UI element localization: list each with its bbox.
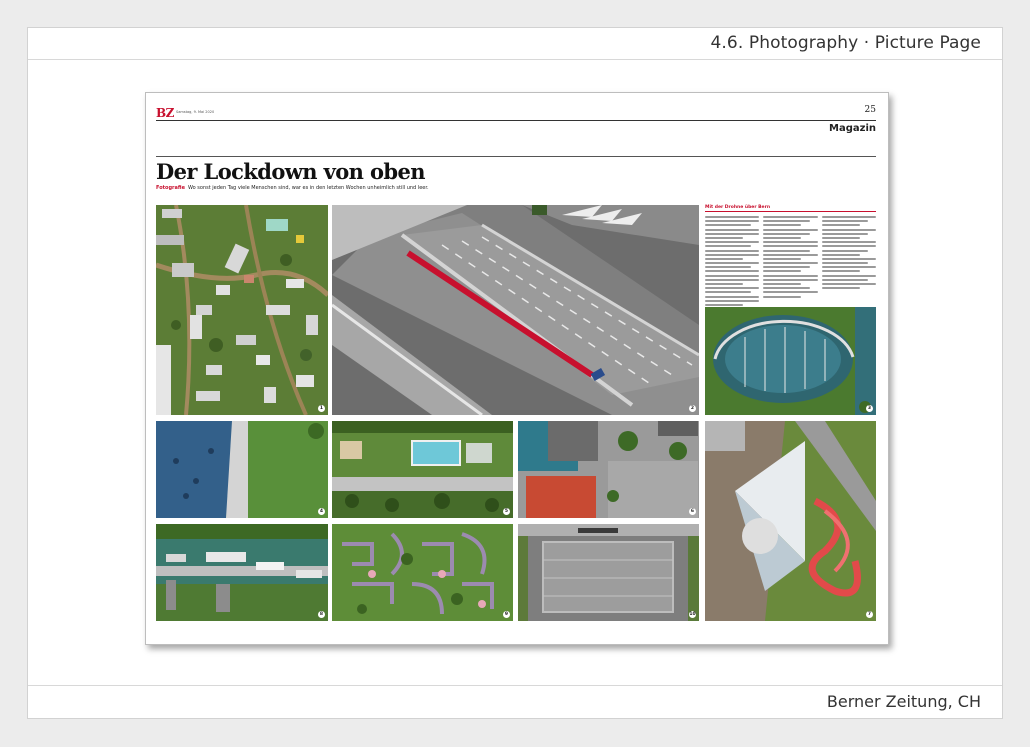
photo-sports-court: 6 xyxy=(518,421,699,518)
section-title: 4.6. Photography · Picture Page xyxy=(710,33,981,53)
page-number: 25 xyxy=(864,105,876,115)
photo-number: 9 xyxy=(503,611,510,618)
newspaper-section: Magazin xyxy=(829,123,876,134)
newspaper-logo: BZ xyxy=(156,106,174,120)
photo-number: 6 xyxy=(689,508,696,515)
photo-number: 8 xyxy=(318,611,325,618)
kicker-tag: Fotografie xyxy=(156,185,185,191)
photo-parking-roof: 10 xyxy=(518,524,699,621)
caption-columns xyxy=(705,216,876,308)
slide-footer: Berner Zeitung, CH xyxy=(28,685,1002,718)
photo-number: 4 xyxy=(318,508,325,515)
photo-allotment-gardens-image xyxy=(156,205,328,415)
photo-number: 1 xyxy=(318,405,325,412)
header-rule xyxy=(156,120,876,121)
caption-column xyxy=(821,216,876,308)
photo-marina-image xyxy=(705,307,876,415)
photo-number: 3 xyxy=(866,405,873,412)
photo-number: 5 xyxy=(503,508,510,515)
photo-pool-image xyxy=(332,421,513,518)
kicker: Fotografie Wo sonst jeden Tag viele Mensc… xyxy=(156,185,429,191)
photo-number: 10 xyxy=(689,611,696,618)
photo-minigolf-image xyxy=(332,524,513,621)
photo-number: 2 xyxy=(689,405,696,412)
photo-parking-image xyxy=(518,524,699,621)
newspaper-date: Samstag, 9. Mai 2020 xyxy=(176,110,215,114)
photo-court-image xyxy=(518,421,699,518)
photo-waterslide-image xyxy=(705,421,876,621)
photo-river-boats: 8 xyxy=(156,524,328,621)
photo-marina: 3 xyxy=(705,307,876,415)
newspaper-page: BZ Samstag, 9. Mai 2020 25 Magazin Der L… xyxy=(145,92,889,645)
photo-captions: Mit der Drohne über Bern xyxy=(705,205,876,307)
photo-highway-interchange: 2 xyxy=(332,205,699,415)
headline: Der Lockdown von oben xyxy=(156,159,426,184)
photo-swimming-pool: 5 xyxy=(332,421,513,518)
photo-allotment-gardens: 1 xyxy=(156,205,328,415)
slide-header: 4.6. Photography · Picture Page xyxy=(28,28,1002,60)
kicker-text: Wo sonst jeden Tag viele Menschen sind, … xyxy=(188,185,429,191)
photo-river-image xyxy=(156,524,328,621)
presentation-slide: 4.6. Photography · Picture Page BZ Samst… xyxy=(27,27,1003,719)
photo-highway-image xyxy=(332,205,699,415)
headline-rule xyxy=(156,156,876,157)
photo-number: 7 xyxy=(866,611,873,618)
caption-column xyxy=(763,216,818,308)
source-label: Berner Zeitung, CH xyxy=(826,692,981,711)
photo-waterslide: 7 xyxy=(705,421,876,621)
caption-heading: Mit der Drohne über Bern xyxy=(705,205,876,212)
photo-waterfront-park: 4 xyxy=(156,421,328,518)
photo-waterfront-image xyxy=(156,421,328,518)
caption-column xyxy=(705,216,760,308)
photo-minigolf: 9 xyxy=(332,524,513,621)
